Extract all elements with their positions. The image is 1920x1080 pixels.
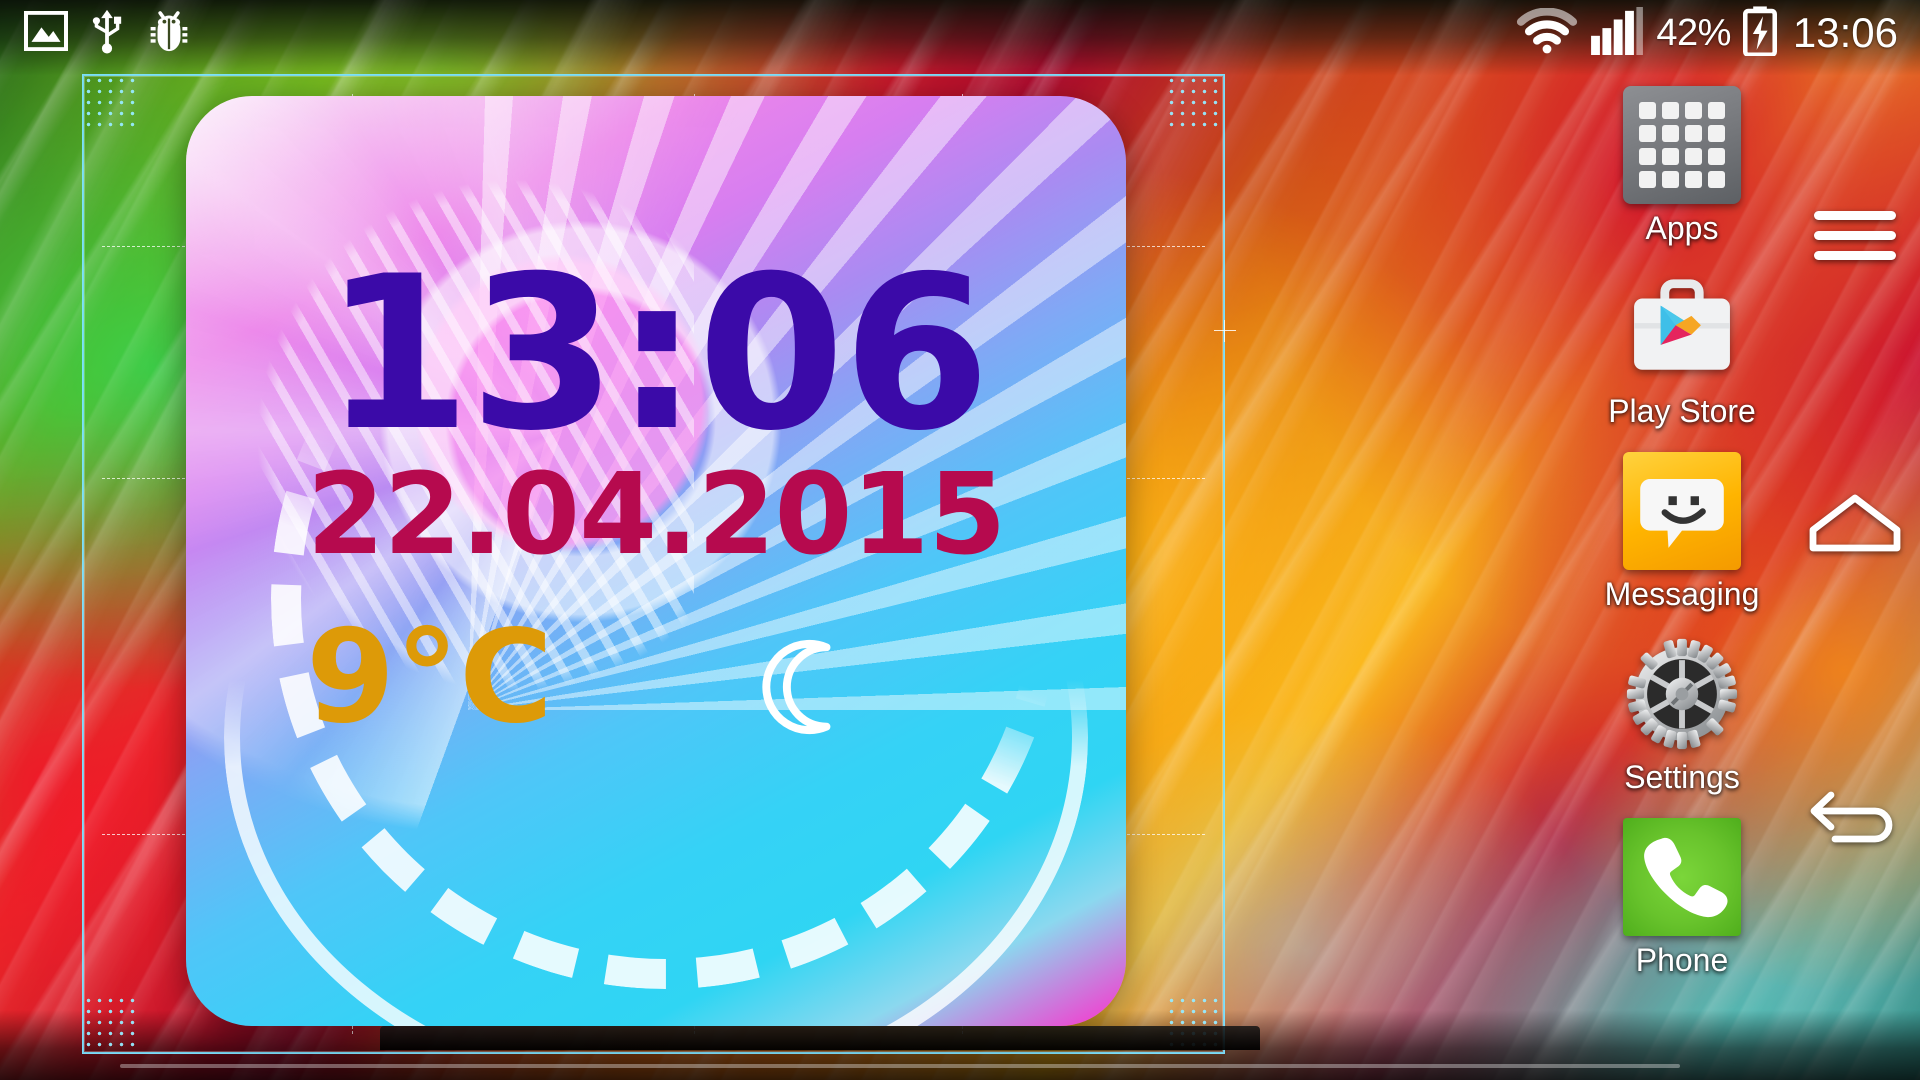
phone-handset-icon[interactable] [1623,818,1741,936]
cellular-signal-icon [1590,6,1644,60]
grid-crosshair-marker [1214,320,1236,342]
back-button[interactable] [1790,740,1920,890]
dock-label-play-store: Play Store [1608,393,1756,429]
dock-item-phone[interactable]: Phone [1582,818,1782,979]
apps-grid-icon[interactable] [1623,86,1741,204]
back-arrow-icon [1807,783,1903,848]
dock-item-play-store[interactable]: Play Store [1582,269,1782,430]
widget-date: 22.04.2015 [306,450,1007,581]
screenshot-image-icon [24,10,68,56]
dock-item-settings[interactable]: Settings [1582,635,1782,796]
dock-label-phone: Phone [1635,942,1729,978]
widget-time: 13:06 [323,230,991,477]
android-home-screen: 42% 13:06 13:06 22.04.2015 9°C Apps Play… [0,0,1920,1080]
messaging-icon[interactable] [1623,452,1741,570]
home-icon [1809,492,1901,559]
status-bar[interactable]: 42% 13:06 [0,0,1920,66]
resize-handle-bottom-left[interactable] [83,995,141,1053]
menu-button[interactable] [1790,160,1920,310]
resize-handle-top-left[interactable] [83,75,141,133]
play-store-icon[interactable] [1623,269,1741,387]
resize-handle-top-right[interactable] [1166,75,1224,133]
battery-percent-label: 42% [1656,12,1731,54]
wifi-icon [1516,7,1578,59]
status-bar-clock: 13:06 [1792,9,1898,56]
clock-weather-widget[interactable]: 13:06 22.04.2015 9°C [186,96,1126,1026]
crescent-moon-icon [753,631,865,748]
widget-content: 13:06 22.04.2015 9°C [186,96,1126,1026]
dock-label-messaging: Messaging [1604,576,1760,612]
status-bar-left-icons [24,8,192,59]
battery-charging-icon [1742,5,1777,61]
widget-weather-row: 9°C [186,609,1126,748]
menu-hamburger-icon [1814,210,1896,260]
page-indicator-line [120,1064,1680,1068]
dock-label-apps: Apps [1645,210,1719,246]
home-button[interactable] [1790,450,1920,600]
home-shortcut-column: Apps Play Store Messaging Settings Phone [1582,86,1782,979]
usb-debug-bug-icon [146,9,192,58]
navigation-bar [1790,0,1920,1080]
widget-temperature: 9°C [306,603,553,753]
settings-gear-icon[interactable] [1623,635,1741,753]
dock-item-messaging[interactable]: Messaging [1582,452,1782,613]
status-bar-right-icons: 42% 13:06 [1516,5,1898,61]
dock-item-apps[interactable]: Apps [1582,86,1782,247]
app-drawer-edge [380,1026,1260,1050]
usb-icon [90,8,124,59]
dock-label-settings: Settings [1624,759,1740,795]
